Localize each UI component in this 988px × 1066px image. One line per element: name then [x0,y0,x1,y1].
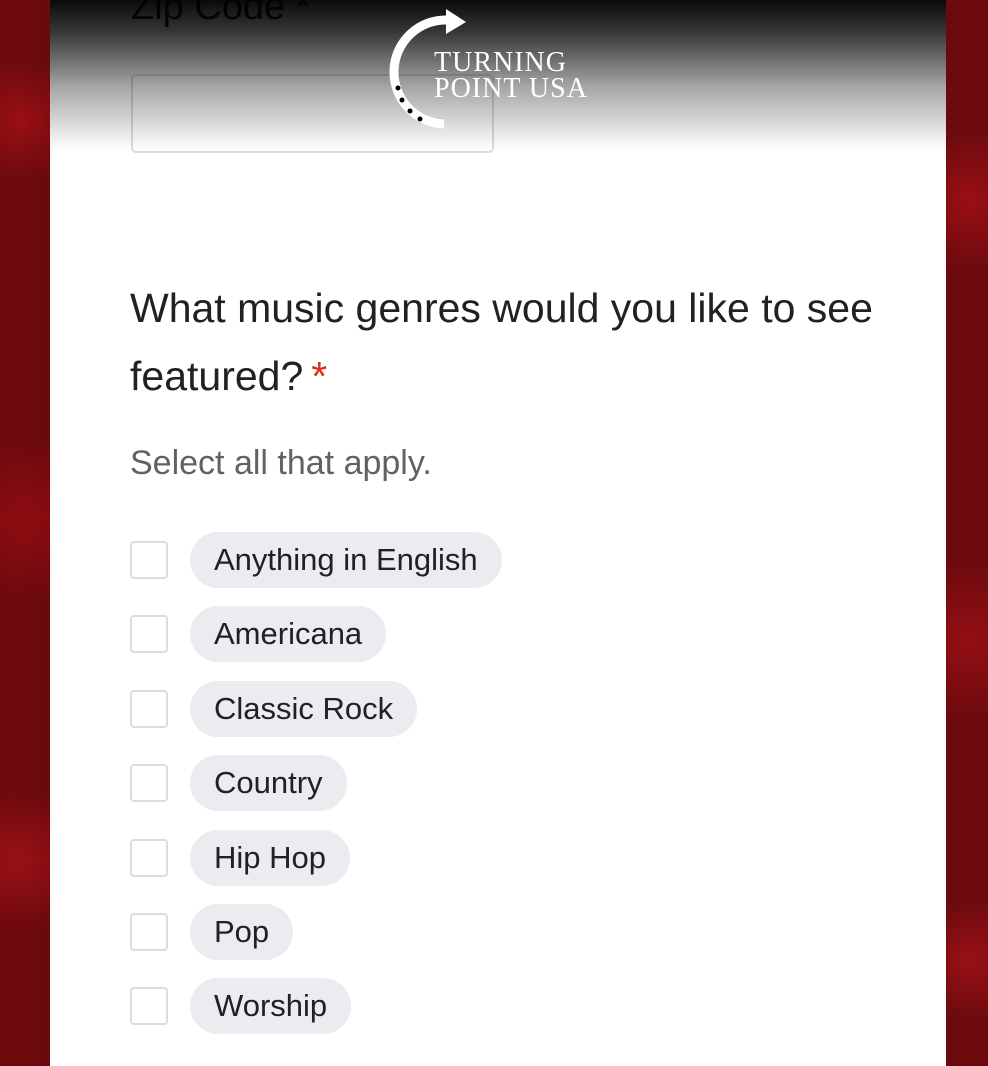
checkbox[interactable] [130,838,168,877]
turning-point-logo-text: TURNING POINT USA [434,47,588,104]
checkbox[interactable] [130,689,168,728]
zip-code-label: Zip Code * [131,0,311,28]
genre-option-label[interactable]: Worship [190,978,352,1035]
genre-options-list: Anything in English Americana Classic Ro… [130,532,502,1053]
checkbox[interactable] [130,615,168,654]
genre-option[interactable]: Americana [130,606,502,663]
genre-option[interactable]: Classic Rock [130,680,502,737]
required-star: * [311,353,328,399]
question-helper-text: Select all that apply. [130,444,432,482]
genre-option-label[interactable]: Classic Rock [190,680,418,737]
genre-option-label[interactable]: Anything in English [190,532,502,588]
genre-option[interactable]: Pop [130,903,502,960]
genre-option-label[interactable]: Country [190,755,347,812]
checkbox[interactable] [130,987,168,1026]
genre-option-label[interactable]: Hip Hop [190,829,350,886]
genre-option[interactable]: Country [130,755,502,812]
genre-option-label[interactable]: Americana [190,606,387,663]
genre-option-label[interactable]: Pop [190,903,294,960]
genre-option[interactable]: Worship [130,978,502,1035]
genre-option[interactable]: Hip Hop [130,829,502,886]
genre-option[interactable]: Anything in English [130,532,502,588]
checkbox[interactable] [130,541,168,579]
checkbox[interactable] [130,912,168,951]
question-title: What music genres would you like to see … [130,285,873,399]
checkbox[interactable] [130,764,168,803]
